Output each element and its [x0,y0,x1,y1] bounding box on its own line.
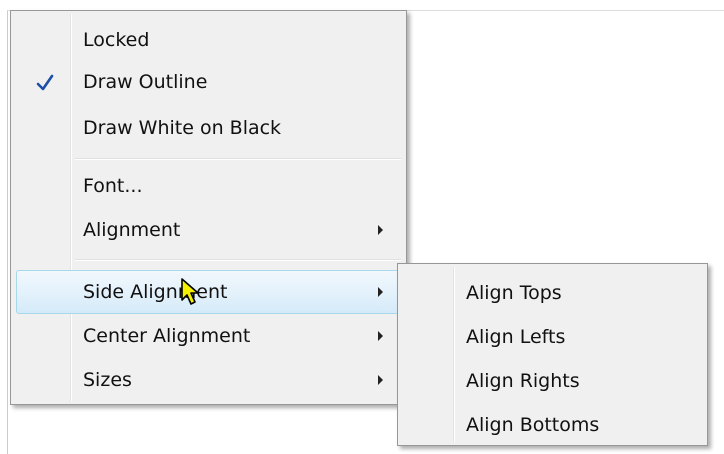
menu-item-label: Center Alignment [83,325,251,347]
menu-item-label: Draw White on Black [83,117,282,139]
checkmark-icon [34,72,56,94]
menu-item-locked[interactable]: Locked [14,18,403,62]
context-menu: Locked Draw Outline Draw White on Black … [10,10,407,405]
menu-item-alignment[interactable]: Alignment [14,208,403,252]
submenu-item-align-tops[interactable]: Align Tops [401,271,704,315]
submenu-item-label: Align Lefts [466,326,566,348]
chevron-right-icon [378,225,383,235]
submenu-item-align-bottoms[interactable]: Align Bottoms [401,403,704,443]
menu-separator [75,259,401,261]
submenu-item-label: Align Tops [466,282,562,304]
submenu-item-label: Align Rights [466,370,580,392]
menu-item-label: Draw Outline [83,71,208,93]
chevron-right-icon [378,331,383,341]
menu-separator [75,158,401,160]
menu-item-side-alignment[interactable]: Side Alignment [16,270,403,314]
menu-item-font[interactable]: Font... [14,164,403,208]
menu-item-center-alignment[interactable]: Center Alignment [14,314,403,358]
chevron-right-icon [378,287,383,297]
submenu-item-label: Align Bottoms [466,414,600,436]
side-alignment-submenu: Align Tops Align Lefts Align Rights Alig… [397,263,708,446]
menu-item-label: Locked [83,29,150,51]
menu-item-draw-white-on-black[interactable]: Draw White on Black [14,106,403,150]
arrow-pointer-icon [180,277,206,307]
menu-item-label: Sizes [83,369,132,391]
submenu-item-align-lefts[interactable]: Align Lefts [401,315,704,359]
menu-item-label: Alignment [83,219,181,241]
menu-item-sizes[interactable]: Sizes [14,358,403,398]
menu-item-draw-outline[interactable]: Draw Outline [14,60,403,104]
menu-item-label: Font... [83,175,143,197]
submenu-item-align-rights[interactable]: Align Rights [401,359,704,403]
chevron-right-icon [378,375,383,385]
